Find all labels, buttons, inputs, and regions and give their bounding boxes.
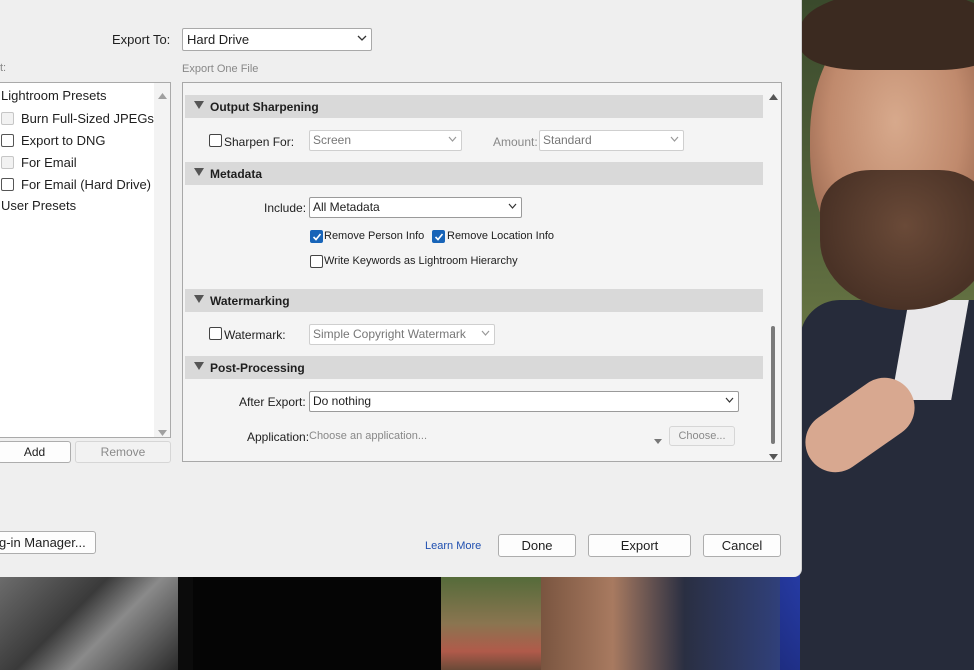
- application-field[interactable]: Choose an application...: [309, 430, 427, 442]
- remove-person-info-label: Remove Person Info: [324, 230, 425, 242]
- scroll-up-icon[interactable]: [158, 88, 167, 102]
- remove-person-info-checkbox[interactable]: [310, 230, 323, 243]
- section-header-metadata[interactable]: Metadata: [185, 162, 763, 185]
- section-header-watermarking[interactable]: Watermarking: [185, 289, 763, 312]
- disclosure-triangle-icon: [194, 295, 204, 303]
- scroll-down-icon[interactable]: [158, 425, 167, 437]
- background-photo: [780, 0, 974, 670]
- choose-application-button[interactable]: Choose...: [669, 426, 735, 446]
- filmstrip: [0, 577, 780, 670]
- disclosure-triangle-icon: [194, 101, 204, 109]
- chevron-down-icon: [508, 203, 517, 211]
- cancel-button[interactable]: Cancel: [703, 534, 781, 557]
- filmstrip-thumbnail[interactable]: [0, 577, 178, 670]
- preset-checkbox[interactable]: [1, 178, 14, 191]
- add-preset-button[interactable]: Add: [0, 441, 71, 463]
- application-label: Application:: [247, 430, 310, 444]
- after-export-label: After Export:: [239, 395, 306, 409]
- settings-scrollbar[interactable]: [766, 83, 781, 461]
- remove-location-info-checkbox[interactable]: [432, 230, 445, 243]
- export-settings-panel[interactable]: Output Sharpening Sharpen For: Screen Am…: [182, 82, 782, 462]
- section-header-post-processing[interactable]: Post-Processing: [185, 356, 763, 379]
- plugin-manager-button[interactable]: g-in Manager...: [0, 531, 96, 554]
- application-dropdown-icon[interactable]: [654, 433, 662, 447]
- include-label: Include:: [264, 201, 307, 215]
- export-button[interactable]: Export: [588, 534, 691, 557]
- disclosure-triangle-icon: [194, 168, 204, 176]
- scroll-down-icon[interactable]: [769, 449, 778, 461]
- preset-checkbox[interactable]: [1, 156, 14, 169]
- write-keywords-label: Write Keywords as Lightroom Hierarchy: [324, 255, 518, 267]
- export-dialog: Export To: Hard Drive t: Export One File…: [0, 0, 802, 577]
- filmstrip-thumbnail[interactable]: [441, 577, 541, 670]
- chevron-down-icon: [670, 136, 679, 144]
- done-button[interactable]: Done: [498, 534, 576, 557]
- export-to-select[interactable]: Hard Drive: [182, 28, 372, 51]
- photo-beard: [820, 170, 974, 310]
- chevron-down-icon: [481, 330, 490, 338]
- photo-hair: [800, 0, 974, 70]
- after-export-select[interactable]: Do nothing: [309, 391, 739, 412]
- preset-checkbox[interactable]: [1, 134, 14, 147]
- scrollbar-thumb[interactable]: [771, 326, 775, 444]
- export-to-label: Export To:: [112, 32, 171, 47]
- disclosure-triangle-icon: [194, 362, 204, 370]
- section-header-output-sharpening[interactable]: Output Sharpening: [185, 95, 763, 118]
- amount-label: Amount:: [493, 135, 538, 149]
- watermark-select[interactable]: Simple Copyright Watermark: [309, 324, 495, 345]
- filmstrip-thumbnail[interactable]: [541, 577, 780, 670]
- chevron-down-icon: [357, 35, 367, 43]
- include-metadata-select[interactable]: All Metadata: [309, 197, 522, 218]
- sharpen-for-checkbox[interactable]: [209, 134, 222, 147]
- preset-header: t:: [0, 62, 7, 74]
- presets-list[interactable]: Lightroom Presets Burn Full-Sized JPEGs …: [0, 82, 171, 438]
- sharpen-for-label: Sharpen For:: [224, 135, 295, 149]
- watermark-checkbox[interactable]: [209, 327, 222, 340]
- preset-folder-lightroom[interactable]: Lightroom Presets: [1, 88, 107, 108]
- filmstrip-thumbnail[interactable]: [193, 577, 441, 670]
- learn-more-link[interactable]: Learn More: [425, 540, 481, 552]
- remove-location-info-label: Remove Location Info: [447, 230, 555, 242]
- export-to-value: Hard Drive: [187, 32, 250, 47]
- write-keywords-checkbox[interactable]: [310, 255, 323, 268]
- preset-checkbox[interactable]: [1, 112, 14, 125]
- export-one-file-label: Export One File: [182, 63, 259, 75]
- amount-select[interactable]: Standard: [539, 130, 684, 151]
- sharpen-for-select[interactable]: Screen: [309, 130, 462, 151]
- chevron-down-icon: [725, 397, 734, 405]
- remove-preset-button[interactable]: Remove: [75, 441, 171, 463]
- watermark-label: Watermark:: [224, 328, 286, 342]
- preset-folder-user[interactable]: User Presets: [1, 198, 76, 218]
- scroll-up-icon[interactable]: [769, 89, 778, 103]
- presets-scrollbar[interactable]: [154, 83, 170, 437]
- chevron-down-icon: [448, 136, 457, 144]
